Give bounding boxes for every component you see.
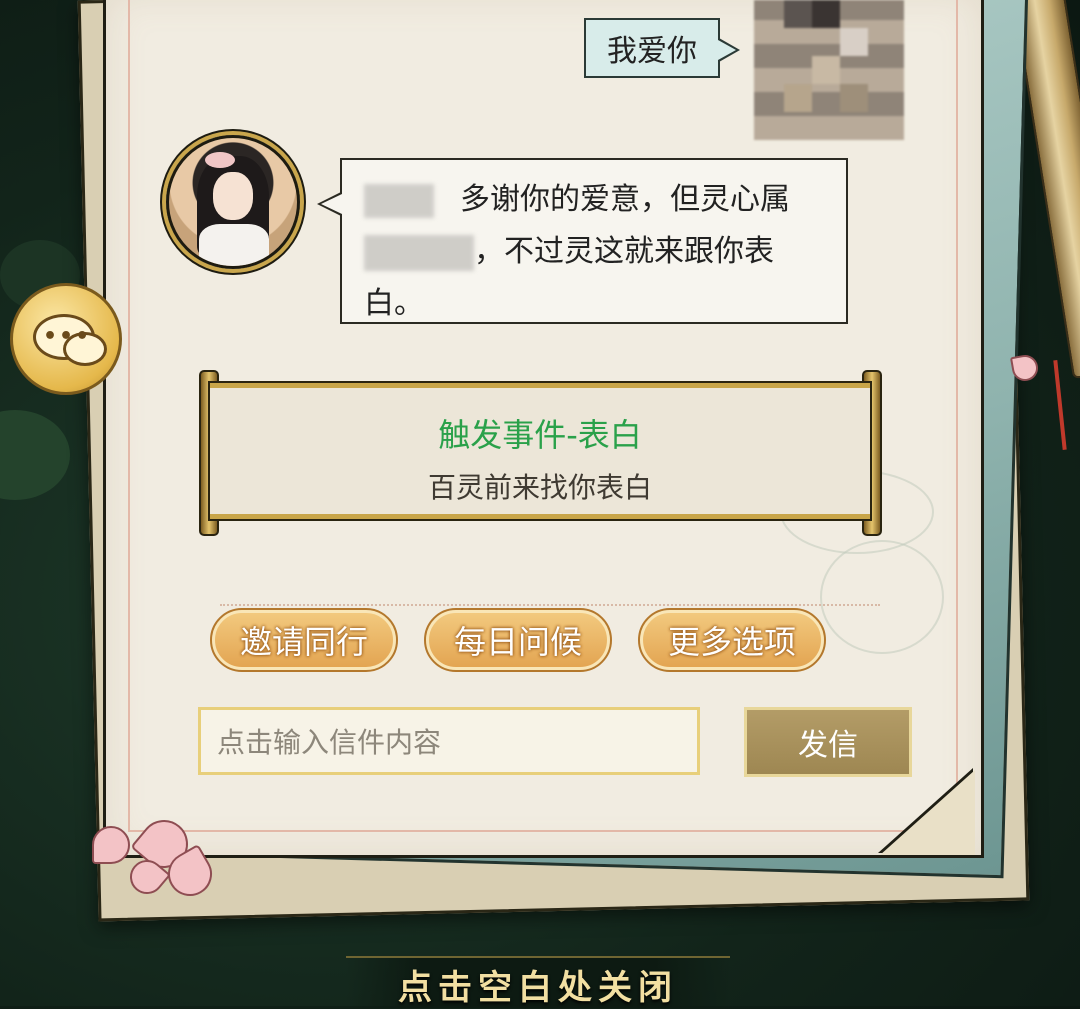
- event-title: 触发事件-表白: [438, 416, 642, 454]
- npc-message-line-1: 多谢你的爱意，但灵心属: [364, 174, 824, 226]
- user-message-text: 我爱你: [607, 34, 697, 69]
- scroll-tassel: [1053, 360, 1067, 450]
- redacted-name: [364, 183, 434, 218]
- daily-greeting-button[interactable]: 每日问候: [424, 608, 612, 672]
- divider: [220, 604, 880, 606]
- send-letter-button[interactable]: 发信: [744, 707, 912, 777]
- user-message-bubble: 我爱你: [584, 18, 740, 78]
- npc-avatar[interactable]: [166, 135, 300, 269]
- npc-message-bubble: 多谢你的爱意，但灵心属 ，不过灵这就来跟你表 白。: [317, 158, 848, 324]
- user-message-row: 我爱你: [584, 18, 740, 78]
- more-options-button[interactable]: 更多选项: [638, 608, 826, 672]
- page-corner-fold: [880, 770, 975, 855]
- event-description: 百灵前来找你表白: [427, 471, 652, 504]
- event-banner: 触发事件-表白 百灵前来找你表白: [208, 381, 872, 521]
- background-foliage: [0, 410, 70, 500]
- npc-message-line-3: 白。: [364, 286, 424, 321]
- letter-input[interactable]: 点击输入信件内容: [198, 707, 700, 775]
- close-hint-text[interactable]: 点击空白处关闭: [346, 960, 730, 1009]
- decorative-cloud: [820, 540, 944, 654]
- user-avatar[interactable]: [754, 0, 904, 140]
- npc-message-line-2: ，不过灵这就来跟你表: [364, 226, 824, 278]
- redacted-name: [364, 234, 474, 271]
- invite-travel-button[interactable]: 邀请同行: [210, 608, 398, 672]
- chat-bubbles-icon[interactable]: •••: [10, 283, 122, 395]
- blossom-decoration: [92, 826, 130, 864]
